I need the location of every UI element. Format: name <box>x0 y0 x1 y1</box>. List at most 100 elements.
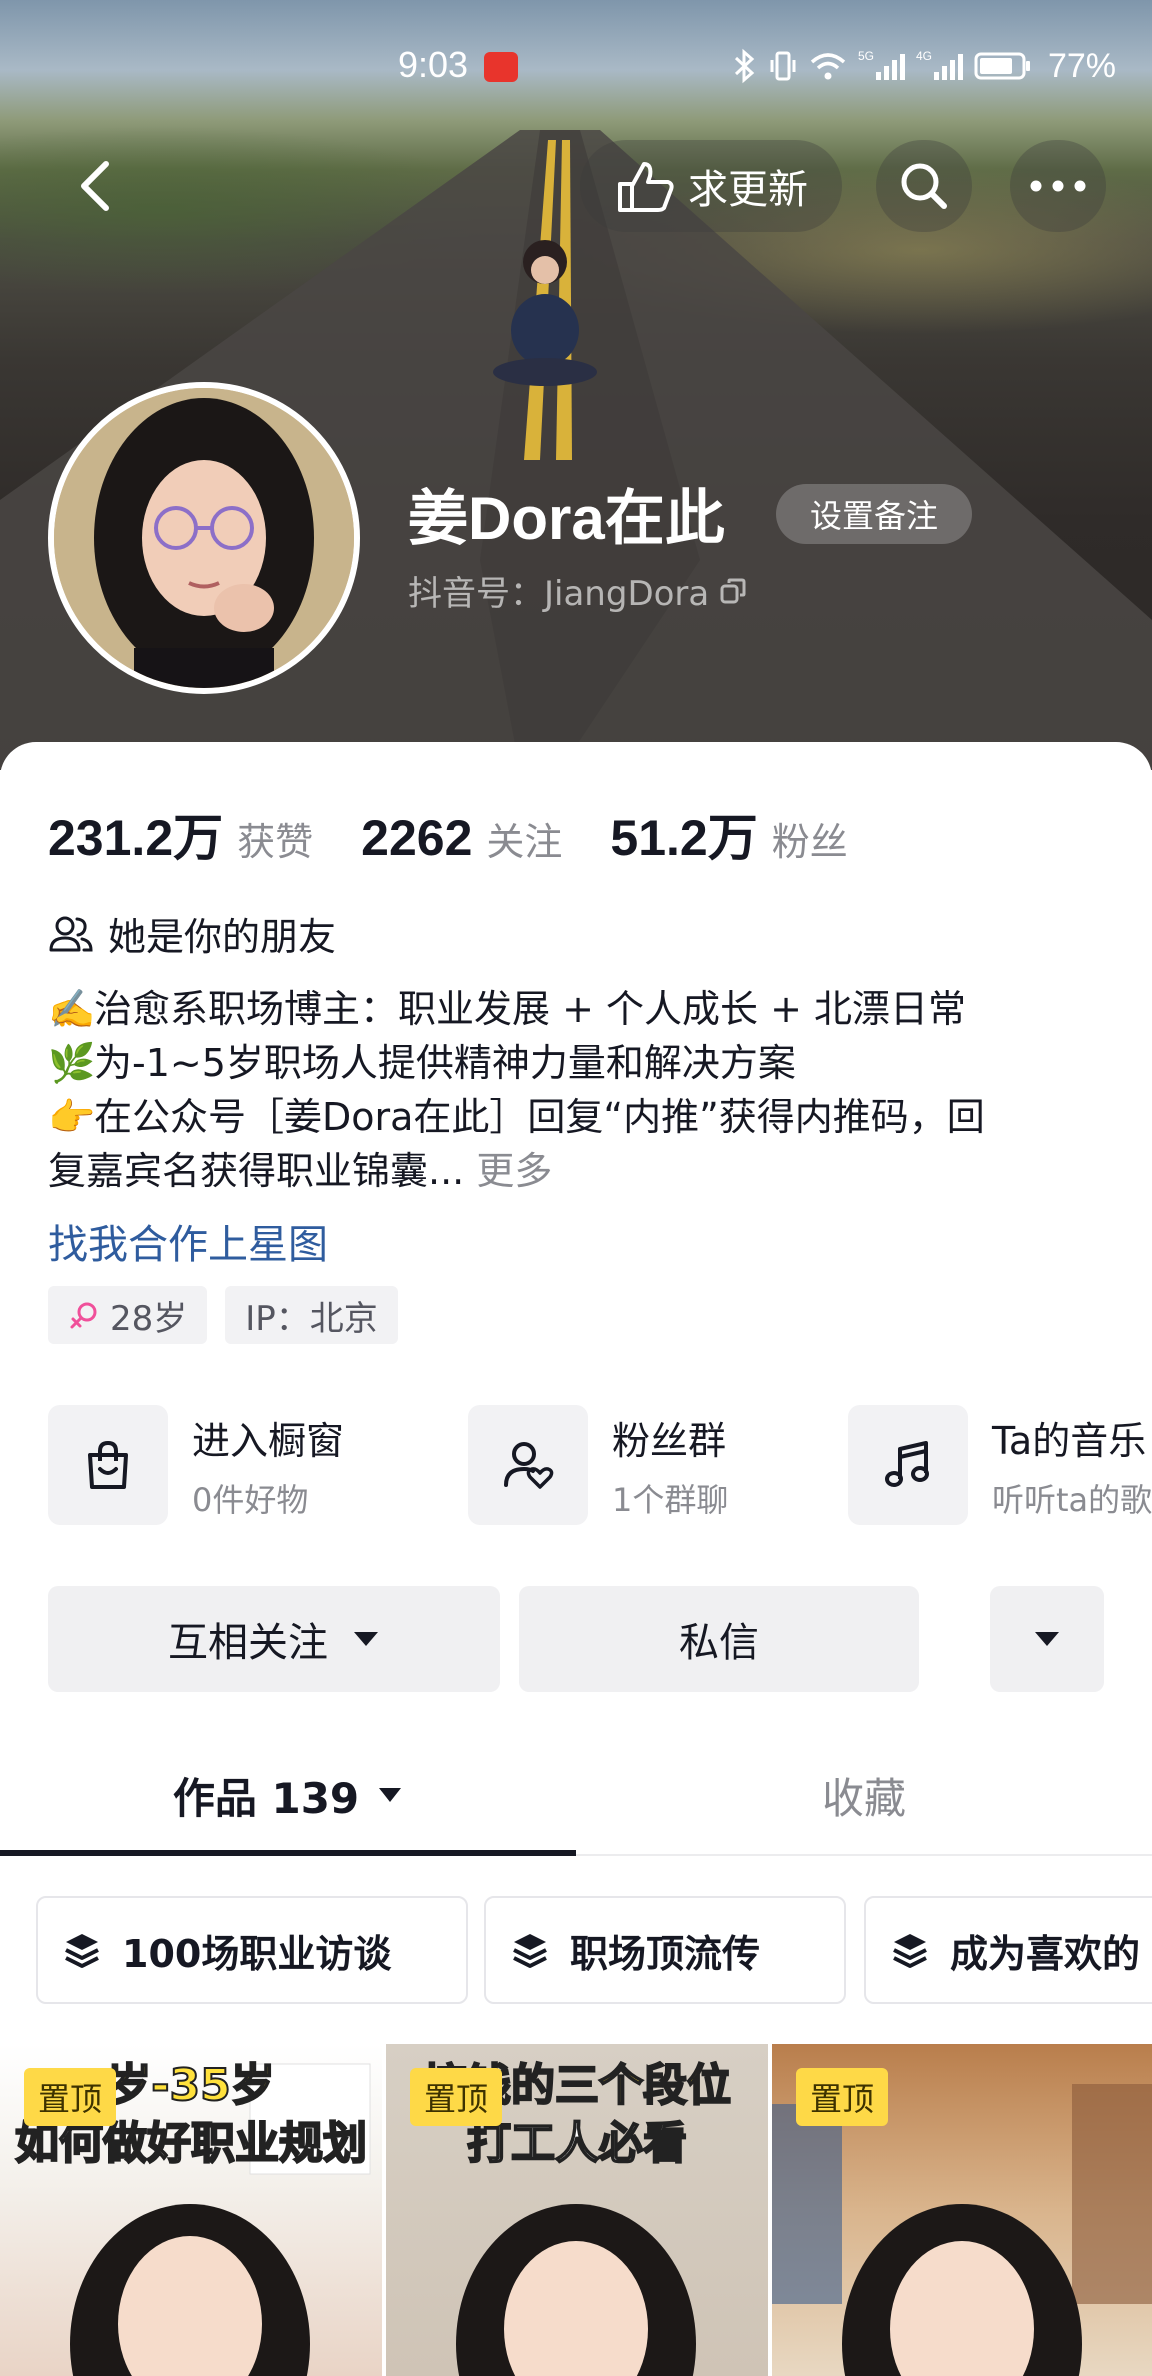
bio-line-1-text: 治愈系职场博主：职业发展 + 个人成长 + 北漂日常 <box>94 987 966 1031</box>
tab-favorites-label: 收藏 <box>821 1773 906 1823</box>
bio-line-4: 复嘉宾名获得职业锦囊... 更多 <box>48 1144 1108 1198</box>
copy-icon[interactable] <box>719 577 747 605</box>
more-options-button[interactable] <box>1010 140 1106 232</box>
message-label: 私信 <box>679 1620 759 1666</box>
signal-5g-icon: 5G <box>858 49 905 80</box>
service-fan-group-subtitle: 1个群聊 <box>612 1480 729 1519</box>
collection-label: 成为喜欢的 <box>950 1931 1141 1976</box>
layers-icon <box>65 1934 99 1968</box>
layers-icon <box>513 1934 547 1968</box>
back-button[interactable] <box>60 150 132 222</box>
stat-following[interactable]: 2262 关注 <box>361 809 562 867</box>
pointing-hand-icon <box>618 162 674 212</box>
service-music-title: Ta的音乐 <box>992 1418 1147 1463</box>
status-icons: 5G 4G 77% <box>732 44 1116 88</box>
battery-percentage: 77% <box>1047 46 1116 85</box>
collection-chip[interactable]: 成为喜欢的 <box>864 1896 1152 2004</box>
message-button[interactable]: 私信 <box>519 1586 919 1692</box>
notification-app-icon <box>484 52 518 82</box>
caret-down-icon <box>379 1788 402 1802</box>
bio-line-1: ✍️治愈系职场博主：职业发展 + 个人成长 + 北漂日常 <box>48 982 1108 1036</box>
writing-hand-icon: ✍️ <box>48 987 96 1031</box>
mutual-follow-label: 互相关注 <box>168 1620 328 1666</box>
service-shop-subtitle: 0件好物 <box>192 1480 309 1519</box>
pinned-badge: 置顶 <box>796 2068 889 2126</box>
stat-likes[interactable]: 231.2万 获赞 <box>48 798 313 870</box>
stat-followers-label: 粉丝 <box>771 820 848 864</box>
profile-actions: 互相关注 私信 <box>48 1586 1104 1692</box>
signal-label-5g: 5G <box>858 49 874 63</box>
service-shop-window[interactable]: 进入橱窗 0件好物 <box>48 1404 344 1526</box>
age-tag: 28岁 <box>48 1286 208 1344</box>
more-dots-icon <box>1030 180 1086 192</box>
services-row: 进入橱窗 0件好物 粉丝群 1个群聊 Ta的音乐 听听ta的歌 <box>48 1404 1152 1526</box>
battery-icon <box>974 52 1030 80</box>
search-icon <box>901 163 947 209</box>
stat-likes-label: 获赞 <box>237 820 314 864</box>
profile-nickname: 姜Dora在此 <box>408 485 725 552</box>
signal-4g-icon: 4G <box>916 49 963 80</box>
request-update-label: 求更新 <box>688 167 808 213</box>
tab-favorites[interactable]: 收藏 <box>576 1736 1152 1854</box>
video-thumbnail[interactable]: 置顶 搞钱的三个段位 打工人必看 <box>386 2044 768 2376</box>
collection-label: 100场职业访谈 <box>122 1931 392 1976</box>
douyin-id-text: 抖音号：JiangDora <box>408 574 710 614</box>
video-grid: 置顶 岁-35岁 如何做好职业规划 置顶 搞钱的三个段位 打工人必看 置顶 <box>0 2044 1152 2376</box>
star-cooperation-link[interactable]: 找我合作上星图 <box>48 1212 328 1270</box>
douyin-id[interactable]: 抖音号：JiangDora <box>408 566 747 615</box>
stat-followers-value: 51.2万 <box>610 810 758 866</box>
vibrate-icon <box>770 51 796 81</box>
herb-icon: 🌿 <box>48 1041 96 1085</box>
profile-card: 231.2万 获赞 2262 关注 51.2万 粉丝 她是你的朋友 ✍️治愈系职… <box>0 742 1152 2376</box>
stat-following-value: 2262 <box>361 810 473 866</box>
video-thumbnail[interactable]: 置顶 岁-35岁 如何做好职业规划 <box>0 2044 382 2376</box>
tab-works-label: 作品 139 <box>172 1773 360 1823</box>
service-music[interactable]: Ta的音乐 听听ta的歌 <box>848 1404 1152 1526</box>
profile-tags: 28岁 IP：北京 <box>48 1286 398 1344</box>
bio-line-4-text: 复嘉宾名获得职业锦囊... <box>48 1149 465 1193</box>
layers-icon <box>893 1934 927 1968</box>
recommend-dropdown-button[interactable] <box>990 1586 1104 1692</box>
search-button[interactable] <box>876 140 972 232</box>
signal-label-4g: 4G <box>916 49 932 63</box>
active-tab-indicator <box>0 1850 576 1856</box>
service-fan-group-title: 粉丝群 <box>612 1418 727 1463</box>
bluetooth-icon <box>734 48 755 84</box>
bio-line-3: 👉在公众号［姜Dora在此］回复“内推”获得内推码，回 <box>48 1090 1108 1144</box>
friend-relation-text: 她是你的朋友 <box>108 915 337 959</box>
profile-banner: 9:03 5G 4G 77% 求更新 姜Dora在此 设置备注 抖音号：Jian… <box>0 0 1152 770</box>
collection-label: 职场顶流传 <box>570 1931 761 1976</box>
stat-followers[interactable]: 51.2万 粉丝 <box>610 798 847 870</box>
age-tag-text: 28岁 <box>110 1298 188 1339</box>
shopping-bag-icon <box>48 1405 168 1525</box>
friends-icon <box>49 916 93 951</box>
fan-group-icon <box>468 1405 588 1525</box>
avatar[interactable] <box>48 382 360 694</box>
status-bar: 9:03 5G 4G 77% <box>0 0 1152 130</box>
bio-line-3-text: 在公众号［姜Dora在此］回复“内推”获得内推码，回 <box>94 1095 985 1139</box>
stat-likes-value: 231.2万 <box>48 810 224 866</box>
service-shop-title: 进入橱窗 <box>192 1418 345 1463</box>
collection-chip[interactable]: 职场顶流传 <box>484 1896 846 2004</box>
request-update-button[interactable]: 求更新 <box>580 140 842 232</box>
caret-down-icon <box>1035 1632 1059 1646</box>
stat-following-label: 关注 <box>486 820 563 864</box>
friend-relation: 她是你的朋友 <box>48 906 336 961</box>
caret-down-icon <box>354 1632 378 1646</box>
video-thumbnail[interactable]: 置顶 <box>772 2044 1152 2376</box>
ip-location-text: IP：北京 <box>245 1298 378 1339</box>
bio-line-2-text: 为-1~5岁职场人提供精神力量和解决方案 <box>94 1041 796 1085</box>
tab-works[interactable]: 作品 139 <box>0 1736 576 1854</box>
set-remark-button[interactable]: 设置备注 <box>776 484 972 544</box>
mutual-follow-button[interactable]: 互相关注 <box>48 1586 500 1692</box>
service-fan-group[interactable]: 粉丝群 1个群聊 <box>468 1404 728 1526</box>
profile-bio[interactable]: ✍️治愈系职场博主：职业发展 + 个人成长 + 北漂日常 🌿为-1~5岁职场人提… <box>48 982 1108 1198</box>
collection-chip[interactable]: 100场职业访谈 <box>36 1896 468 2004</box>
status-time: 9:03 <box>398 44 469 85</box>
service-music-subtitle: 听听ta的歌 <box>992 1480 1152 1519</box>
music-note-icon <box>848 1405 968 1525</box>
bio-more-link[interactable]: 更多 <box>476 1149 552 1193</box>
pinned-badge: 置顶 <box>24 2068 117 2126</box>
chevron-left-icon <box>81 161 109 211</box>
bio-line-2: 🌿为-1~5岁职场人提供精神力量和解决方案 <box>48 1036 1108 1090</box>
